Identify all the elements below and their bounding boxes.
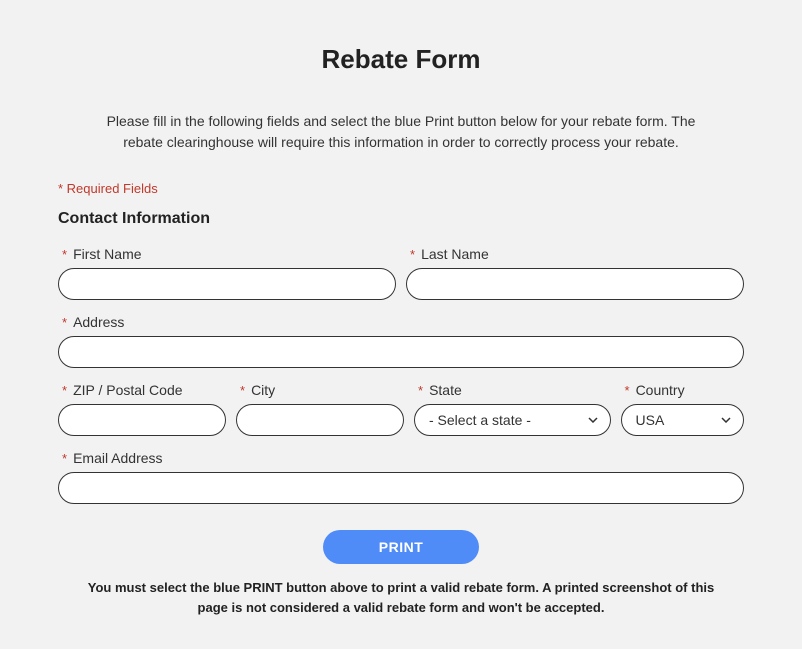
field-state: * State - Select a state - [414, 382, 611, 436]
label-text-address: Address [73, 314, 124, 330]
state-select[interactable]: - Select a state - [414, 404, 611, 436]
required-fields-note: * Required Fields [58, 181, 744, 196]
field-zip: * ZIP / Postal Code [58, 382, 226, 436]
footer-note: You must select the blue PRINT button ab… [71, 578, 731, 617]
address-input[interactable] [58, 336, 744, 368]
intro-text: Please fill in the following fields and … [91, 111, 711, 153]
print-button[interactable]: PRINT [323, 530, 480, 564]
last-name-input[interactable] [406, 268, 744, 300]
label-text-last-name: Last Name [421, 246, 489, 262]
label-text-state: State [429, 382, 462, 398]
required-star-icon: * [240, 383, 245, 398]
label-city: * City [236, 382, 404, 398]
label-text-country: Country [636, 382, 685, 398]
required-star-icon: * [62, 451, 67, 466]
label-address: * Address [58, 314, 744, 330]
row-email: * Email Address [58, 450, 744, 504]
section-heading-contact: Contact Information [58, 210, 744, 228]
label-text-zip: ZIP / Postal Code [73, 382, 182, 398]
label-email: * Email Address [58, 450, 744, 466]
row-location: * ZIP / Postal Code * City * State - Sel… [58, 382, 744, 436]
required-star-icon: * [62, 247, 67, 262]
rebate-form-card: Rebate Form Please fill in the following… [18, 18, 784, 647]
row-address: * Address [58, 314, 744, 368]
field-email: * Email Address [58, 450, 744, 504]
email-input[interactable] [58, 472, 744, 504]
field-address: * Address [58, 314, 744, 368]
field-first-name: * First Name [58, 246, 396, 300]
required-star-icon: * [62, 383, 67, 398]
required-star-icon: * [418, 383, 423, 398]
required-star-icon: * [62, 315, 67, 330]
field-last-name: * Last Name [406, 246, 744, 300]
field-country: * Country USA [621, 382, 745, 436]
print-button-wrap: PRINT [58, 530, 744, 564]
label-text-city: City [251, 382, 275, 398]
label-text-email: Email Address [73, 450, 162, 466]
row-name: * First Name * Last Name [58, 246, 744, 300]
label-zip: * ZIP / Postal Code [58, 382, 226, 398]
page-title: Rebate Form [58, 44, 744, 75]
label-text-first-name: First Name [73, 246, 141, 262]
field-city: * City [236, 382, 404, 436]
label-country: * Country [621, 382, 745, 398]
required-star-icon: * [410, 247, 415, 262]
label-last-name: * Last Name [406, 246, 744, 262]
country-select[interactable]: USA [621, 404, 745, 436]
label-state: * State [414, 382, 611, 398]
required-star-icon: * [625, 383, 630, 398]
city-input[interactable] [236, 404, 404, 436]
first-name-input[interactable] [58, 268, 396, 300]
label-first-name: * First Name [58, 246, 396, 262]
zip-input[interactable] [58, 404, 226, 436]
